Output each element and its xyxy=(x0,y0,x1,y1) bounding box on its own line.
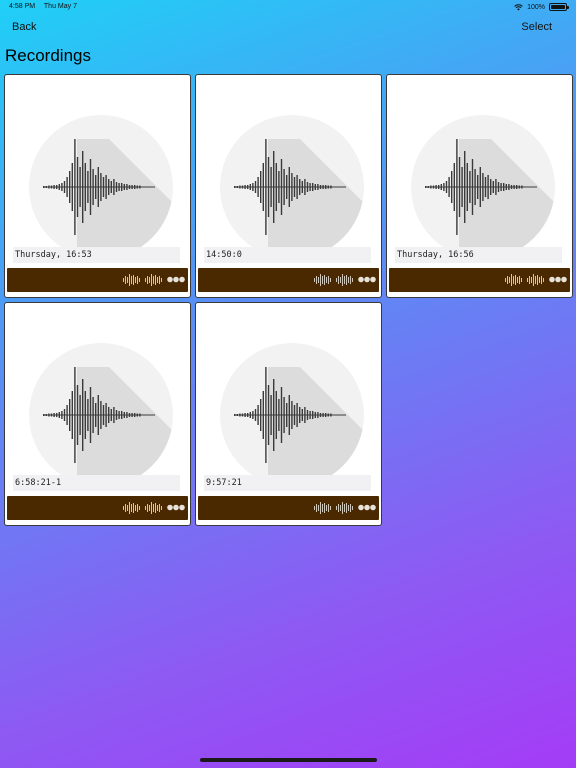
status-time: 4:58 PM xyxy=(9,3,36,10)
recording-toolbar xyxy=(389,268,570,292)
waveform-icon[interactable] xyxy=(314,274,332,286)
more-icon[interactable] xyxy=(167,276,185,283)
waveform-icon[interactable] xyxy=(527,274,545,286)
recording-artwork xyxy=(196,75,381,265)
recording-toolbar xyxy=(198,268,379,292)
recording-artwork xyxy=(196,303,381,493)
recording-artwork xyxy=(387,75,572,265)
waveform-icon[interactable] xyxy=(123,274,141,286)
wifi-icon xyxy=(514,3,523,10)
battery-icon xyxy=(549,3,569,11)
recording-toolbar xyxy=(7,268,188,292)
more-icon[interactable] xyxy=(358,504,376,511)
select-button[interactable]: Select xyxy=(521,21,552,33)
recording-artwork xyxy=(5,75,190,265)
back-button[interactable]: Back xyxy=(12,21,36,33)
waveform-icon[interactable] xyxy=(145,502,163,514)
status-date: Thu May 7 xyxy=(43,3,77,10)
recording-label: Thursday, 16:56 xyxy=(395,247,562,263)
waveform-icon[interactable] xyxy=(123,502,141,514)
recording-card[interactable]: 14:50:0 xyxy=(195,74,382,298)
home-indicator xyxy=(200,758,377,762)
recording-card[interactable]: Thursday, 16:56 xyxy=(386,74,573,298)
recording-label: 14:50:0 xyxy=(204,247,371,263)
recording-label: 9:57:21 xyxy=(204,475,371,491)
more-icon[interactable] xyxy=(549,276,567,283)
recording-artwork xyxy=(5,303,190,493)
recording-toolbar xyxy=(198,496,379,520)
page-title: Recordings xyxy=(5,46,91,65)
recording-toolbar xyxy=(7,496,188,520)
status-bar: 4:58 PM Thu May 7 100% xyxy=(0,0,576,14)
battery-percent: 100% xyxy=(527,3,545,11)
more-icon[interactable] xyxy=(358,276,376,283)
waveform-icon[interactable] xyxy=(314,502,332,514)
waveform-icon[interactable] xyxy=(505,274,523,286)
recording-label: Thursday, 16:53 xyxy=(13,247,180,263)
waveform-icon[interactable] xyxy=(336,502,354,514)
more-icon[interactable] xyxy=(167,504,185,511)
waveform-icon[interactable] xyxy=(145,274,163,286)
recording-card[interactable]: 6:58:21-1 xyxy=(4,302,191,526)
waveform-icon[interactable] xyxy=(336,274,354,286)
recording-card[interactable]: 9:57:21 xyxy=(195,302,382,526)
recording-label: 6:58:21-1 xyxy=(13,475,180,491)
recording-card[interactable]: Thursday, 16:53 xyxy=(4,74,191,298)
